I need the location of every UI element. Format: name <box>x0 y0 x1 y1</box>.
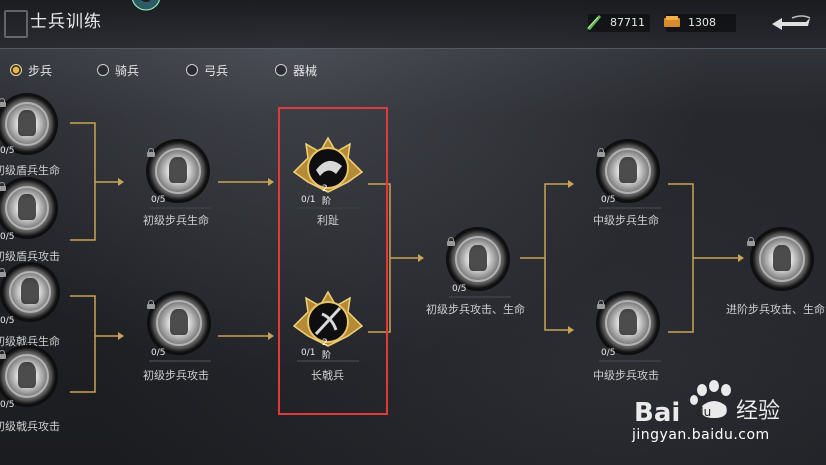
node-count: 0/5 <box>0 146 15 156</box>
progress-track <box>149 207 211 209</box>
highlight-box <box>278 107 388 415</box>
lock-icon <box>0 350 6 359</box>
node-label: 初级步兵生命 <box>143 214 209 227</box>
lock-icon <box>747 237 755 246</box>
progress-track <box>449 296 511 298</box>
node-label: 初级盾兵攻击 <box>0 250 60 263</box>
baidu-paw-logo: Bai du 经验 <box>634 380 780 428</box>
infantry-skill-icon <box>598 141 658 201</box>
node-count: 0/5 <box>601 348 616 358</box>
node-label: 初级戟兵攻击 <box>0 420 60 433</box>
infantry-skill-icon <box>149 293 209 353</box>
node-label: 初级步兵攻击、生命 <box>426 303 525 316</box>
lock-icon <box>597 300 605 309</box>
halberd-skill-icon <box>2 264 58 320</box>
infantry-skill-icon <box>752 229 812 289</box>
node-label: 初级步兵攻击 <box>143 369 209 382</box>
node-count: 0/5 <box>151 348 166 358</box>
node-label: 初级盾兵生命 <box>0 164 60 177</box>
halberd-skill-icon <box>0 347 56 405</box>
sword-skill-icon <box>0 95 56 153</box>
svg-text:经验: 经验 <box>736 399 780 424</box>
node-count: 0/5 <box>452 284 467 294</box>
lock-icon <box>147 300 155 309</box>
node-label: 中级步兵生命 <box>593 214 659 227</box>
lock-icon <box>447 237 455 246</box>
progress-track <box>599 360 661 362</box>
node-count: 0/5 <box>0 400 15 410</box>
lock-icon <box>0 182 6 191</box>
node-count: 0/5 <box>0 316 15 326</box>
node-label: 进阶步兵攻击、生命 <box>726 303 825 316</box>
node-count: 0/5 <box>0 232 15 242</box>
infantry-skill-icon <box>448 229 508 289</box>
infantry-skill-icon <box>598 293 658 353</box>
sword-skill-icon <box>0 179 56 237</box>
progress-track <box>599 207 661 209</box>
svg-text:Bai: Bai <box>634 398 680 428</box>
node-count: 0/5 <box>151 195 166 205</box>
progress-track <box>149 360 211 362</box>
lock-icon <box>0 98 6 107</box>
lock-icon <box>0 268 6 277</box>
watermark-url: jingyan.baidu.com <box>632 427 770 443</box>
lock-icon <box>147 148 155 157</box>
svg-text:du: du <box>696 405 711 419</box>
node-count: 0/5 <box>601 195 616 205</box>
infantry-skill-icon <box>148 141 208 201</box>
lock-icon <box>597 148 605 157</box>
